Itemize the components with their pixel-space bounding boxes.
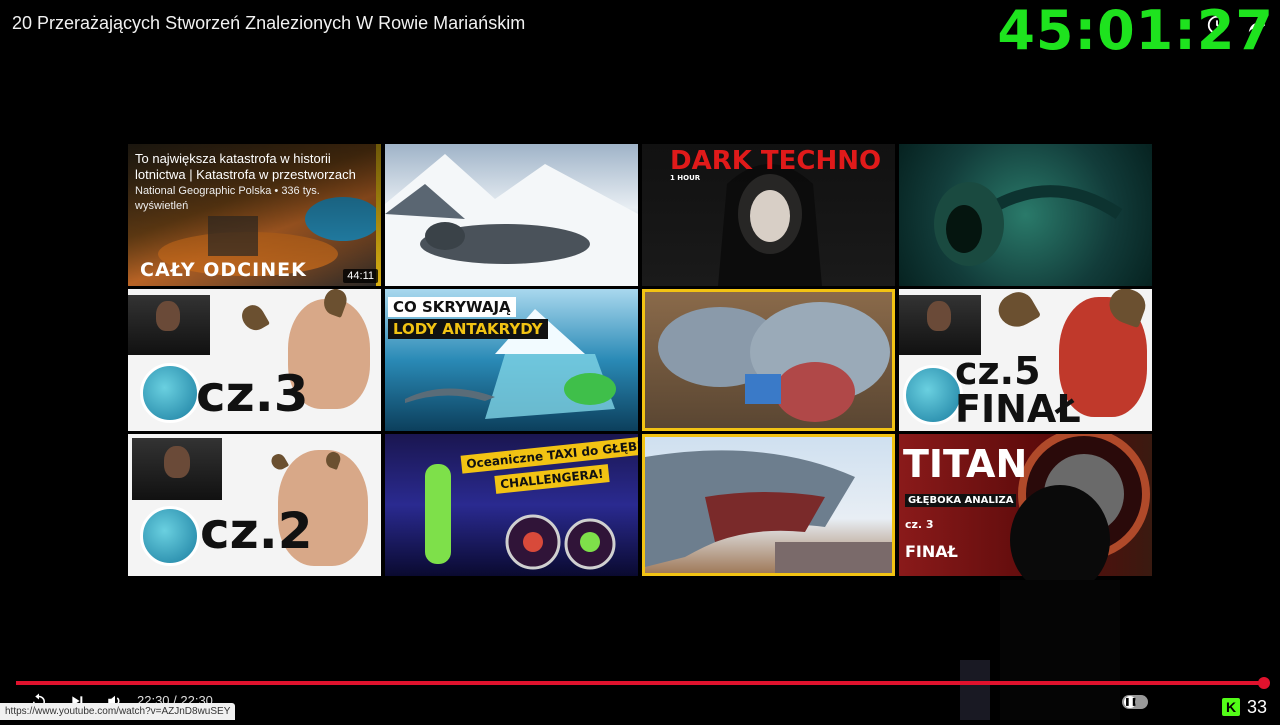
endscreen-video-10[interactable]: Oceaniczne TAXI do GŁĘBI CHALLENGERA! — [385, 434, 638, 576]
endscreen-video-2[interactable] — [385, 144, 638, 286]
devil-horn-icon — [237, 301, 271, 335]
endscreen-video-1[interactable]: To największa katastrofa w historii lotn… — [128, 144, 381, 286]
video-title[interactable]: 20 Przerażających Stworzeń Znalezionych … — [12, 13, 525, 34]
scrubber-handle[interactable] — [1258, 677, 1270, 689]
endscreen-video-7[interactable] — [642, 289, 895, 431]
progress-fill — [16, 681, 1264, 685]
endscreen-video-8[interactable]: cz.5 FINAŁ — [899, 289, 1152, 431]
pause-icon: ❚❚ — [1124, 696, 1138, 708]
thumbnail-caption: cz.2 — [200, 502, 313, 560]
flat-earth-icon — [140, 363, 200, 423]
thumbnail-caption-3: cz. 3 — [905, 518, 934, 531]
endscreen-video-6[interactable]: CO SKRYWAJĄ LODY ANTAKRYDY — [385, 289, 638, 431]
progress-bar[interactable] — [16, 677, 1270, 689]
hover-video-meta: National Geographic Polska • 336 tys. wy… — [135, 185, 320, 212]
thumbnail-image — [934, 182, 1123, 266]
inset-portrait — [132, 438, 222, 500]
flat-earth-icon — [903, 365, 963, 425]
endscreen-video-5[interactable]: cz.3 — [128, 289, 381, 431]
thumbnail-caption: DARK TECHNO — [670, 146, 882, 176]
flat-earth-icon — [140, 506, 200, 566]
thumbnail-image — [645, 450, 892, 573]
endscreen-video-3[interactable]: DARK TECHNO 1 HOUR — [642, 144, 895, 286]
inset-portrait — [899, 295, 981, 355]
thumbnail-subcaption: 1 HOUR — [670, 174, 701, 182]
thumbnail-image — [658, 302, 890, 422]
endscreen-video-11[interactable] — [642, 434, 895, 576]
thumbnail-caption-2: LODY ANTAKRYDY — [388, 319, 548, 339]
thumbnail-caption: cz.3 — [196, 365, 309, 423]
thumbnail-caption-2: FINAŁ — [955, 387, 1081, 431]
hover-video-title[interactable]: To największa katastrofa w historii lotn… — [135, 151, 375, 183]
autoplay-toggle[interactable]: ❚❚ — [1122, 695, 1148, 709]
thumbnail-caption: CO SKRYWAJĄ — [388, 297, 516, 317]
viewer-count: 33 — [1247, 697, 1268, 717]
kick-logo-icon: K — [1222, 698, 1240, 716]
devil-horn-icon — [992, 289, 1042, 334]
endscreen-video-9[interactable]: cz.2 — [128, 434, 381, 576]
thumbnail-image — [385, 154, 638, 286]
thumbnail-caption-4: FINAŁ — [905, 542, 958, 561]
thumbnail-caption: CAŁY ODCINEK — [140, 259, 307, 281]
inset-portrait — [128, 295, 210, 355]
link-status-bar: https://www.youtube.com/watch?v=AZJnD8wu… — [0, 703, 236, 720]
video-duration: 44:11 — [343, 269, 378, 283]
stream-timer: 45:01:27 — [997, 0, 1274, 62]
endscreen-video-4[interactable] — [899, 144, 1152, 286]
